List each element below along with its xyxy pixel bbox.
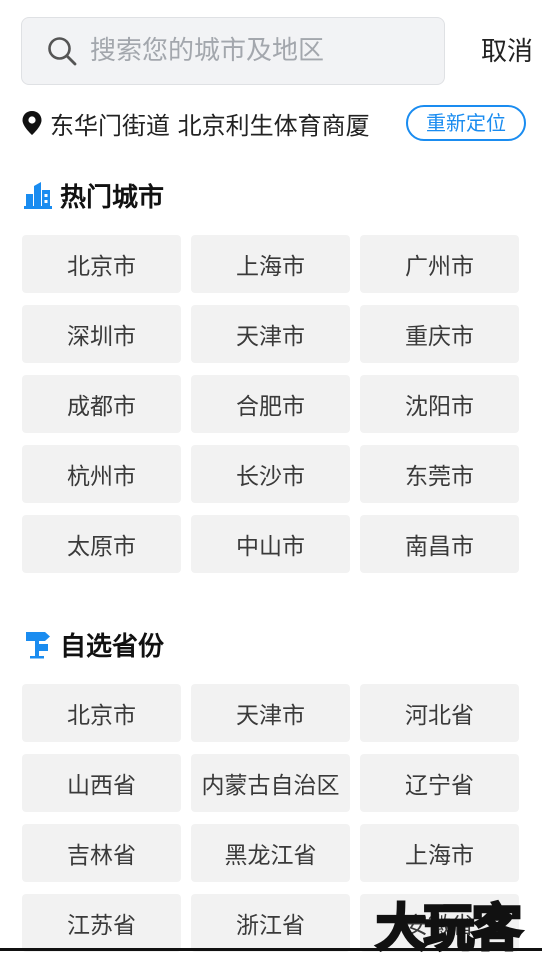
search-box[interactable] [21,17,445,85]
hot-city-button[interactable]: 沈阳市 [360,375,519,433]
hot-city-button[interactable]: 上海市 [191,235,350,293]
hot-cities-grid: 北京市 上海市 广州市 深圳市 天津市 重庆市 成都市 合肥市 沈阳市 杭州市 … [22,235,520,573]
hot-city-button[interactable]: 合肥市 [191,375,350,433]
province-button[interactable]: 吉林省 [22,824,181,882]
signpost-icon [22,628,54,660]
search-icon [44,33,80,69]
hot-city-button[interactable]: 成都市 [22,375,181,433]
hot-city-button[interactable]: 广州市 [360,235,519,293]
hot-city-button[interactable]: 重庆市 [360,305,519,363]
hot-city-button[interactable]: 北京市 [22,235,181,293]
province-button[interactable]: 江苏省 [22,894,181,952]
province-button[interactable]: 天津市 [191,684,350,742]
province-button[interactable]: 辽宁省 [360,754,519,812]
search-input[interactable] [90,36,410,66]
hot-city-button[interactable]: 南昌市 [360,515,519,573]
location-text: 东华门街道 北京利生体育商厦 [50,111,370,140]
province-button[interactable]: 山西省 [22,754,181,812]
city-building-icon [22,179,54,211]
cancel-button[interactable]: 取消 [481,31,533,68]
watermark-logo: 大玩客 [375,898,524,953]
relocate-button[interactable]: 重新定位 [406,105,526,141]
hot-cities-header: 热门城市 [22,177,164,213]
provinces-header: 自选省份 [22,626,164,662]
province-button[interactable]: 上海市 [360,824,519,882]
location-pin-icon [22,110,44,136]
hot-cities-title: 热门城市 [60,182,165,213]
hot-city-button[interactable]: 长沙市 [191,445,350,503]
province-button[interactable]: 内蒙古自治区 [191,754,350,812]
hot-city-button[interactable]: 中山市 [191,515,350,573]
province-button[interactable]: 北京市 [22,684,181,742]
current-location: 东华门街道 北京利生体育商厦 重新定位 [22,103,532,143]
hot-city-button[interactable]: 天津市 [191,305,350,363]
province-button[interactable]: 浙江省 [191,894,350,952]
hot-city-button[interactable]: 杭州市 [22,445,181,503]
province-button[interactable]: 黑龙江省 [191,824,350,882]
hot-city-button[interactable]: 深圳市 [22,305,181,363]
province-button[interactable]: 河北省 [360,684,519,742]
provinces-title: 自选省份 [60,631,165,662]
hot-city-button[interactable]: 东莞市 [360,445,519,503]
search-bar: 取消 [21,17,533,87]
hot-city-button[interactable]: 太原市 [22,515,181,573]
